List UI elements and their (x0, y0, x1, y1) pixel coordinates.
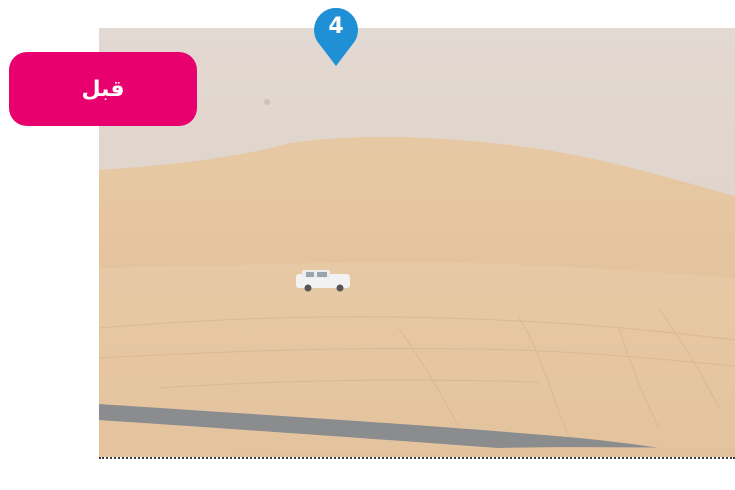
before-label-text: قبل (81, 76, 125, 102)
step-marker: 4 (311, 4, 361, 68)
before-label-badge: قبل (9, 52, 197, 126)
step-number: 4 (328, 14, 344, 39)
